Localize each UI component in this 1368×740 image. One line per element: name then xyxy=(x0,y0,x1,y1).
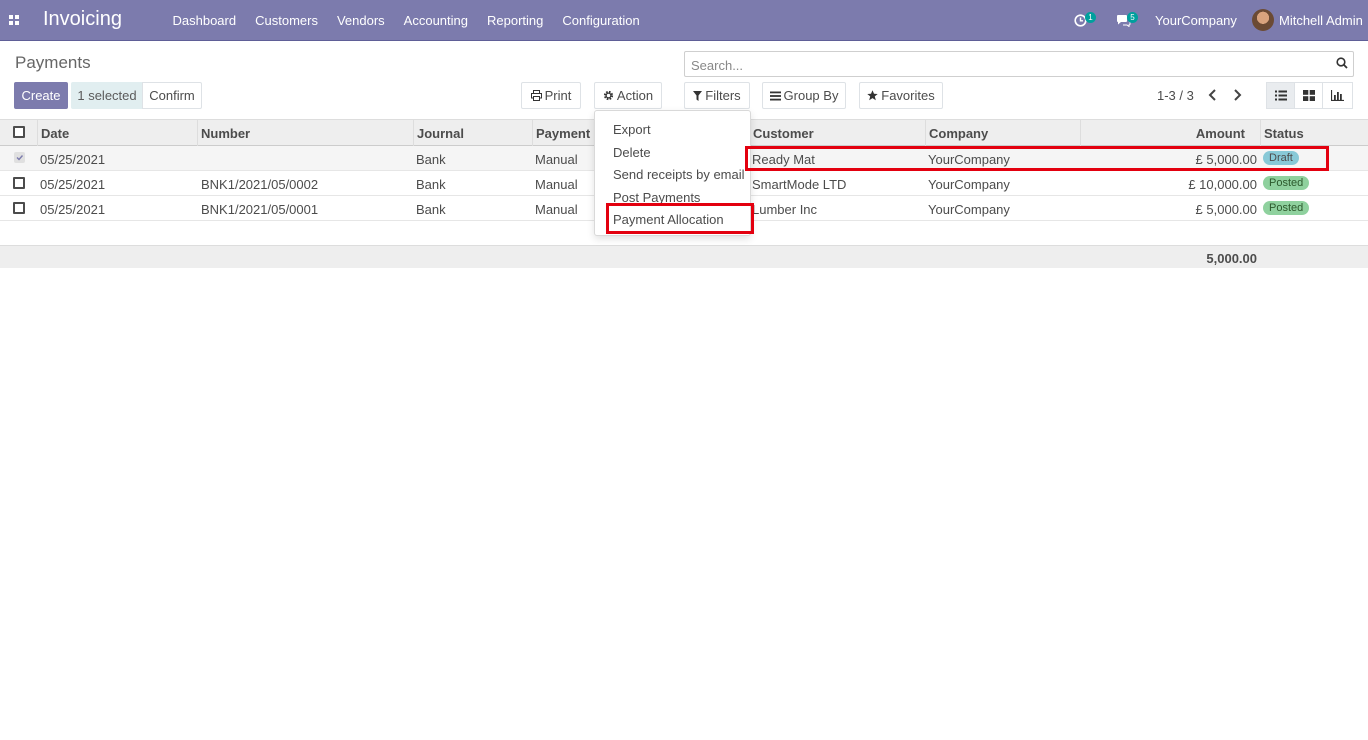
menu-item-export[interactable]: Export xyxy=(613,122,651,137)
print-label: Print xyxy=(544,88,572,103)
action-dropdown-menu: Export Delete Send receipts by email Pos… xyxy=(594,110,751,236)
menu-item-post-payments[interactable]: Post Payments xyxy=(613,190,700,205)
cell-company: YourCompany xyxy=(928,152,1010,167)
cell-journal: Bank xyxy=(416,152,446,167)
chevron-right-icon[interactable] xyxy=(1231,88,1243,102)
menu-dashboard[interactable]: Dashboard xyxy=(163,0,246,41)
row-checkbox-checked[interactable] xyxy=(14,152,25,163)
gear-icon xyxy=(603,90,614,101)
app-title[interactable]: Invoicing xyxy=(43,8,122,31)
total-amount: 5,000.00 xyxy=(1206,251,1257,266)
kanban-view-icon xyxy=(1303,90,1315,101)
cell-method: Manual xyxy=(535,202,578,217)
cell-method: Manual xyxy=(535,152,578,167)
graph-view-button[interactable] xyxy=(1322,82,1353,109)
selected-count: 1 selected xyxy=(71,82,143,109)
action-button[interactable]: Action xyxy=(594,82,662,109)
cell-method: Manual xyxy=(535,177,578,192)
star-icon xyxy=(867,90,878,101)
cell-amount: £ 5,000.00 xyxy=(1195,152,1257,167)
cell-journal: Bank xyxy=(416,177,446,192)
chevron-left-icon[interactable] xyxy=(1207,88,1219,102)
row-checkbox[interactable] xyxy=(13,177,25,189)
favorites-button[interactable]: Favorites xyxy=(859,82,943,109)
menu-accounting[interactable]: Accounting xyxy=(394,0,477,41)
company-switcher[interactable]: YourCompany xyxy=(1155,0,1237,41)
header-journal[interactable]: Journal xyxy=(417,126,464,141)
header-status[interactable]: Status xyxy=(1264,126,1304,141)
user-avatar[interactable] xyxy=(1252,9,1274,31)
pager-value[interactable]: 1-3 / 3 xyxy=(1157,88,1194,103)
group-by-button[interactable]: Group By xyxy=(762,82,846,109)
table-footer: 5,000.00 xyxy=(0,245,1368,268)
cell-company: YourCompany xyxy=(928,202,1010,217)
menu-vendors[interactable]: Vendors xyxy=(327,0,394,41)
check-icon xyxy=(16,155,24,161)
action-label: Action xyxy=(616,88,654,103)
activity-count-badge: 1 xyxy=(1085,12,1096,23)
menu-configuration[interactable]: Configuration xyxy=(553,0,649,41)
search-input[interactable]: Search... xyxy=(684,51,1354,77)
menu-customers[interactable]: Customers xyxy=(246,0,328,41)
cell-journal: Bank xyxy=(416,202,446,217)
select-all-checkbox[interactable] xyxy=(13,126,25,138)
print-button[interactable]: Print xyxy=(521,82,581,109)
favorites-label: Favorites xyxy=(881,88,935,103)
status-badge: Draft xyxy=(1263,151,1299,165)
cell-date: 05/25/2021 xyxy=(40,202,106,217)
menu-item-delete[interactable]: Delete xyxy=(613,145,651,160)
message-count-badge: 5 xyxy=(1127,12,1138,23)
cell-company: YourCompany xyxy=(928,177,1010,192)
menu-item-send-receipts[interactable]: Send receipts by email xyxy=(613,167,745,182)
cell-customer: SmartMode LTD xyxy=(752,177,847,192)
cell-date: 05/25/2021 xyxy=(40,152,106,167)
cell-number: BNK1/2021/05/0002 xyxy=(201,177,319,192)
cell-date: 05/25/2021 xyxy=(40,177,106,192)
top-navbar: Invoicing Dashboard Customers Vendors Ac… xyxy=(0,0,1368,41)
printer-icon xyxy=(530,90,542,101)
header-date[interactable]: Date xyxy=(41,126,69,141)
page-title: Payments xyxy=(15,53,91,72)
apps-grid-icon[interactable] xyxy=(9,15,20,25)
filter-icon xyxy=(693,91,703,101)
cell-amount: £ 10,000.00 xyxy=(1188,177,1257,192)
list-view-icon xyxy=(1275,90,1287,101)
cell-amount: £ 5,000.00 xyxy=(1195,202,1257,217)
header-company[interactable]: Company xyxy=(929,126,988,141)
filters-button[interactable]: Filters xyxy=(684,82,750,109)
search-icon[interactable] xyxy=(1336,57,1348,69)
cell-number: BNK1/2021/05/0001 xyxy=(201,202,319,217)
row-checkbox[interactable] xyxy=(13,202,25,214)
menu-reporting[interactable]: Reporting xyxy=(478,0,553,41)
filters-label: Filters xyxy=(705,88,741,103)
list-view-button[interactable] xyxy=(1266,82,1295,109)
menu-item-payment-allocation[interactable]: Payment Allocation xyxy=(613,212,724,227)
user-menu[interactable]: Mitchell Admin xyxy=(1279,0,1363,41)
status-badge: Posted xyxy=(1263,176,1310,190)
create-button[interactable]: Create xyxy=(14,82,68,109)
confirm-button[interactable]: Confirm xyxy=(142,82,202,109)
search-placeholder: Search... xyxy=(691,58,744,73)
list-bars-icon xyxy=(769,91,781,101)
bar-chart-icon xyxy=(1331,90,1344,101)
cell-customer: Lumber Inc xyxy=(752,202,818,217)
kanban-view-button[interactable] xyxy=(1294,82,1323,109)
header-amount[interactable]: Amount xyxy=(1196,126,1245,141)
group-by-label: Group By xyxy=(783,88,839,103)
cell-customer: Ready Mat xyxy=(752,152,815,167)
status-badge: Posted xyxy=(1263,201,1310,215)
main-menu: Dashboard Customers Vendors Accounting R… xyxy=(163,0,649,41)
header-customer[interactable]: Customer xyxy=(753,126,814,141)
header-number[interactable]: Number xyxy=(201,126,250,141)
